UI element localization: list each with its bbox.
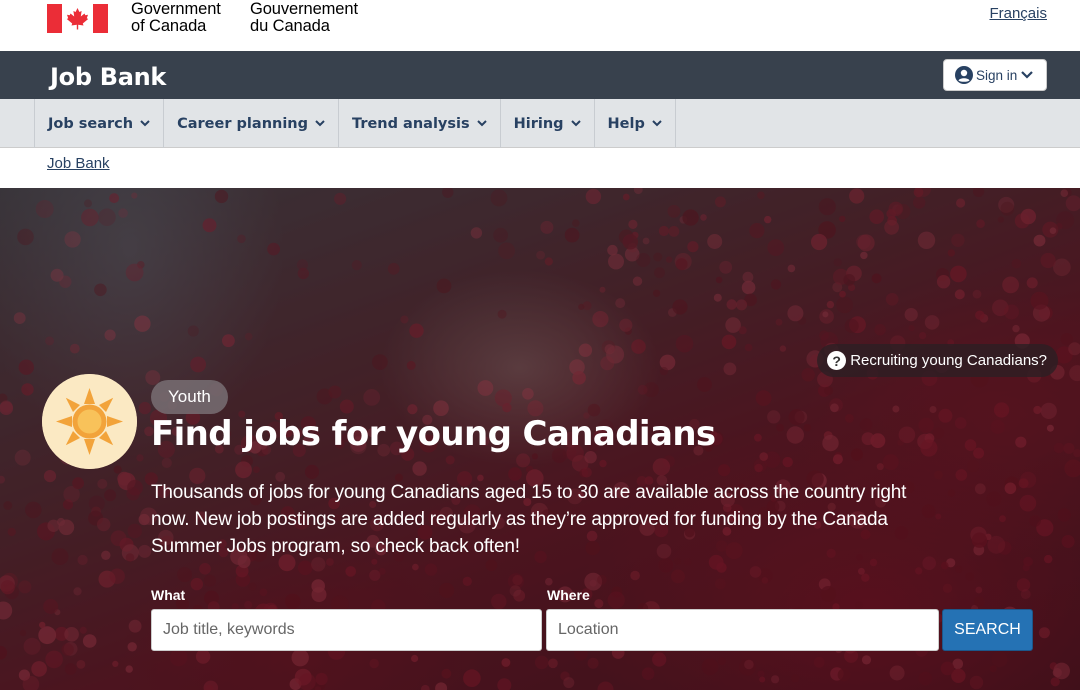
chevron-down-icon <box>652 120 662 127</box>
main-menu-bar: Job search Career planning Trend analysi… <box>0 99 1080 148</box>
menu-item-help[interactable]: Help <box>593 99 676 148</box>
hero-description: Thousands of jobs for young Canadians ag… <box>151 482 907 557</box>
youth-tag: Youth <box>151 380 228 414</box>
breadcrumb-home-link[interactable]: Job Bank <box>47 155 110 172</box>
goc-fr-line1: Gouvernement <box>250 0 358 18</box>
menu-item-label: Job search <box>48 115 134 132</box>
app-title[interactable]: Job Bank <box>50 63 166 91</box>
sun-icon <box>42 374 137 469</box>
menu-item-hiring[interactable]: Hiring <box>499 99 594 148</box>
sign-in-button[interactable]: Sign in <box>943 59 1047 91</box>
sign-in-label: Sign in <box>976 67 1018 83</box>
goc-fr-line2: du Canada <box>250 17 330 35</box>
hero-banner: ? Recruiting young Canadians? Youth Find… <box>0 188 1080 690</box>
user-icon <box>955 66 973 84</box>
breadcrumb: Job Bank <box>0 148 1080 188</box>
chevron-down-icon <box>315 120 325 127</box>
menu-item-career-planning[interactable]: Career planning <box>163 99 338 148</box>
goc-en-line2: of Canada <box>131 17 207 35</box>
menu-item-trend-analysis[interactable]: Trend analysis <box>338 99 500 148</box>
chevron-down-icon <box>476 120 487 127</box>
main-menu: Job search Career planning Trend analysi… <box>34 99 676 148</box>
goc-wordmark-fr[interactable]: Gouvernement du Canada <box>250 1 358 35</box>
menu-item-job-search[interactable]: Job search <box>34 99 163 148</box>
recruiting-youth-label: Recruiting young Canadians? <box>850 352 1047 369</box>
where-search-input[interactable] <box>546 609 939 651</box>
menu-item-label: Career planning <box>177 115 309 132</box>
language-toggle-link[interactable]: Français <box>989 5 1047 22</box>
where-label: Where <box>547 587 590 603</box>
app-bar: Job Bank Sign in <box>0 51 1080 99</box>
page-title: Find jobs for young Canadians <box>151 414 716 454</box>
chevron-down-icon <box>140 120 150 127</box>
goc-header: Government of Canada Gouvernement du Can… <box>0 0 1080 51</box>
menu-item-label: Help <box>607 115 645 132</box>
menu-item-label: Trend analysis <box>352 115 470 132</box>
chevron-down-icon <box>1021 71 1034 79</box>
menu-item-label: Hiring <box>513 115 564 132</box>
goc-en-line1: Government <box>131 0 221 18</box>
goc-wordmark-en[interactable]: Government of Canada <box>131 1 221 35</box>
what-search-input[interactable] <box>151 609 542 651</box>
chevron-down-icon <box>570 120 581 127</box>
recruiting-youth-link[interactable]: ? Recruiting young Canadians? <box>817 344 1058 377</box>
search-button[interactable]: SEARCH <box>942 609 1033 651</box>
canada-flag-icon[interactable] <box>47 4 108 33</box>
what-label: What <box>151 587 186 603</box>
question-mark-icon: ? <box>827 351 847 370</box>
